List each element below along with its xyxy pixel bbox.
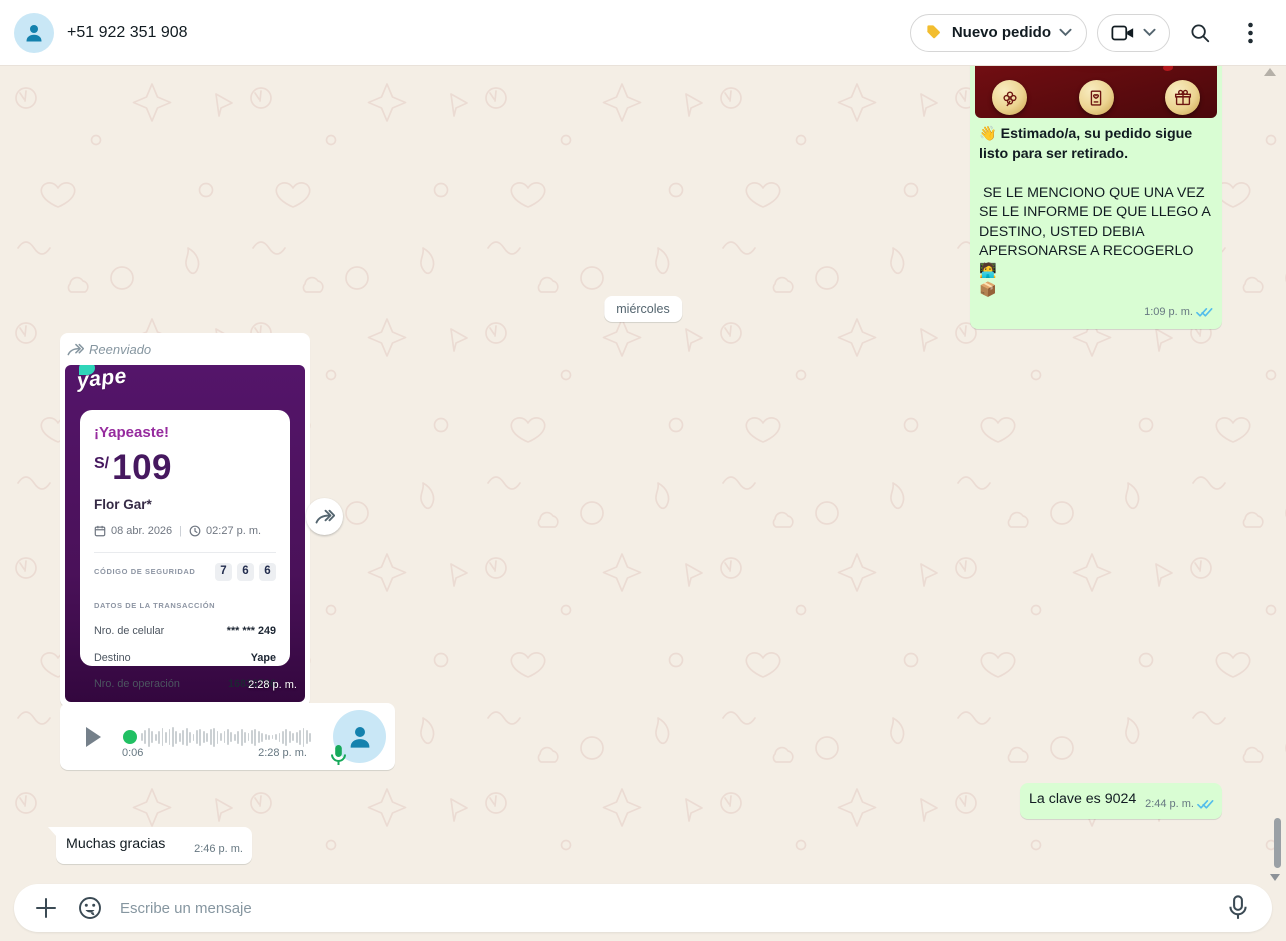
receipt-recipient: Flor Gar* xyxy=(94,495,276,515)
mic-status-icon xyxy=(330,744,347,767)
search-icon xyxy=(1189,22,1211,44)
scroll-up-indicator[interactable] xyxy=(1264,68,1276,76)
order-update-greeting: 👋 Estimado/a, su pedido sigue listo para… xyxy=(979,126,1196,162)
transaction-row: Destino Yape xyxy=(94,649,276,669)
receipt-datetime: 08 abr. 2026 | 02:27 p. m. xyxy=(94,522,276,542)
person-icon xyxy=(22,21,46,45)
date-divider: miércoles xyxy=(604,296,682,322)
message-time: 2:28 p. m. xyxy=(248,676,297,696)
person-icon xyxy=(345,722,375,752)
contact-avatar[interactable] xyxy=(14,13,54,53)
amount: 109 xyxy=(112,451,172,485)
tag-icon xyxy=(925,23,944,42)
code-digit: 7 xyxy=(215,563,232,581)
scrollbar-thumb[interactable] xyxy=(1274,818,1281,868)
sticker-smiley-icon xyxy=(77,895,103,921)
scroll-down-arrow[interactable] xyxy=(1270,874,1280,881)
currency: S/ xyxy=(94,454,109,474)
message-time: 1:09 p. m. xyxy=(1144,303,1193,323)
receipt-card: ¡Yapeaste! S/ 109 Flor Gar* 08 abr. 2026… xyxy=(80,410,290,666)
code-digit: 6 xyxy=(237,563,254,581)
divider xyxy=(94,552,276,553)
message-time: 2:44 p. m. xyxy=(1145,795,1194,815)
plus-icon xyxy=(34,896,58,920)
petal xyxy=(1163,66,1173,71)
security-code-digits: 7 6 6 xyxy=(215,563,276,581)
message-time: 2:28 p. m. xyxy=(258,744,307,764)
receipt-amount: S/ 109 xyxy=(94,451,276,485)
calendar-icon xyxy=(94,525,106,537)
message-forwarded-receipt[interactable]: Reenviado yape ¡Yapeaste! S/ 109 Flor Ga… xyxy=(60,333,310,707)
security-code-label: CÓDIGO DE SEGURIDAD xyxy=(94,562,195,582)
promo-image[interactable] xyxy=(975,66,1217,118)
order-status-button[interactable]: Nuevo pedido xyxy=(910,14,1087,52)
mic-icon xyxy=(1228,895,1248,921)
header-actions: Nuevo pedido xyxy=(910,13,1270,53)
transaction-row: Nro. de celular *** *** 249 xyxy=(94,622,276,642)
whatsapp-chat-window: +51 922 351 908 Nuevo pedido xyxy=(0,0,1286,941)
separator: | xyxy=(179,522,182,542)
message-composer xyxy=(14,884,1272,932)
attach-button[interactable] xyxy=(24,886,68,930)
forward-icon xyxy=(315,509,335,524)
promo-icons-row xyxy=(975,80,1217,115)
forward-message-button[interactable] xyxy=(306,498,343,535)
gift-icon xyxy=(1165,80,1200,115)
kebab-menu-icon xyxy=(1248,22,1253,44)
chevron-down-icon xyxy=(1059,28,1072,37)
message-text: La clave es 9024 xyxy=(1029,791,1136,807)
chat-header: +51 922 351 908 Nuevo pedido xyxy=(0,0,1286,66)
conversation-panel[interactable]: 👋 Estimado/a, su pedido sigue listo para… xyxy=(0,66,1286,941)
yape-receipt-image[interactable]: yape ¡Yapeaste! S/ 109 Flor Gar* 08 xyxy=(65,365,305,702)
message-order-update[interactable]: 👋 Estimado/a, su pedido sigue listo para… xyxy=(970,66,1222,329)
receipt-title: ¡Yapeaste! xyxy=(94,423,276,443)
chevron-down-icon xyxy=(1143,28,1156,37)
search-button[interactable] xyxy=(1180,13,1220,53)
message-voice-note[interactable]: 0:06 2:28 p. m. xyxy=(60,703,395,770)
code-digit: 6 xyxy=(259,563,276,581)
clock-icon xyxy=(189,525,201,537)
greeting-card-icon xyxy=(1079,80,1114,115)
menu-button[interactable] xyxy=(1230,13,1270,53)
yape-logo: yape xyxy=(77,369,127,392)
security-code-row: CÓDIGO DE SEGURIDAD 7 6 6 xyxy=(94,562,276,582)
contact-title[interactable]: +51 922 351 908 xyxy=(67,24,188,42)
bubble-tail xyxy=(48,827,57,837)
message-key[interactable]: La clave es 9024 2:44 p. m. xyxy=(1020,783,1222,819)
video-call-button[interactable] xyxy=(1097,14,1170,52)
order-status-label: Nuevo pedido xyxy=(952,24,1051,41)
forwarded-label: Reenviado xyxy=(89,340,151,360)
read-receipt-icon xyxy=(1196,307,1213,318)
clover-icon xyxy=(992,80,1027,115)
transaction-details-label: DATOS DE LA TRANSACCIÓN xyxy=(94,596,276,616)
voice-record-button[interactable] xyxy=(1216,886,1260,930)
message-input[interactable] xyxy=(120,900,1216,917)
receipt-date: 08 abr. 2026 xyxy=(111,522,172,542)
video-camera-icon xyxy=(1111,23,1135,43)
voice-progress-dot[interactable] xyxy=(123,730,137,744)
read-receipt-icon xyxy=(1197,799,1214,810)
message-thanks[interactable]: Muchas gracias 2:46 p. m. xyxy=(56,827,252,864)
message-text: 👋 Estimado/a, su pedido sigue listo para… xyxy=(975,118,1217,301)
emoji-sticker-button[interactable] xyxy=(68,886,112,930)
receipt-time: 02:27 p. m. xyxy=(206,522,261,542)
forwarded-icon xyxy=(67,343,84,356)
voice-duration: 0:06 xyxy=(122,744,143,764)
message-text: Muchas gracias xyxy=(66,836,165,852)
play-button[interactable] xyxy=(86,727,101,747)
forwarded-header: Reenviado xyxy=(65,338,305,365)
order-update-body: SE LE MENCIONO QUE UNA VEZ SE LE INFORME… xyxy=(979,185,1214,299)
message-time: 2:46 p. m. xyxy=(194,840,243,860)
